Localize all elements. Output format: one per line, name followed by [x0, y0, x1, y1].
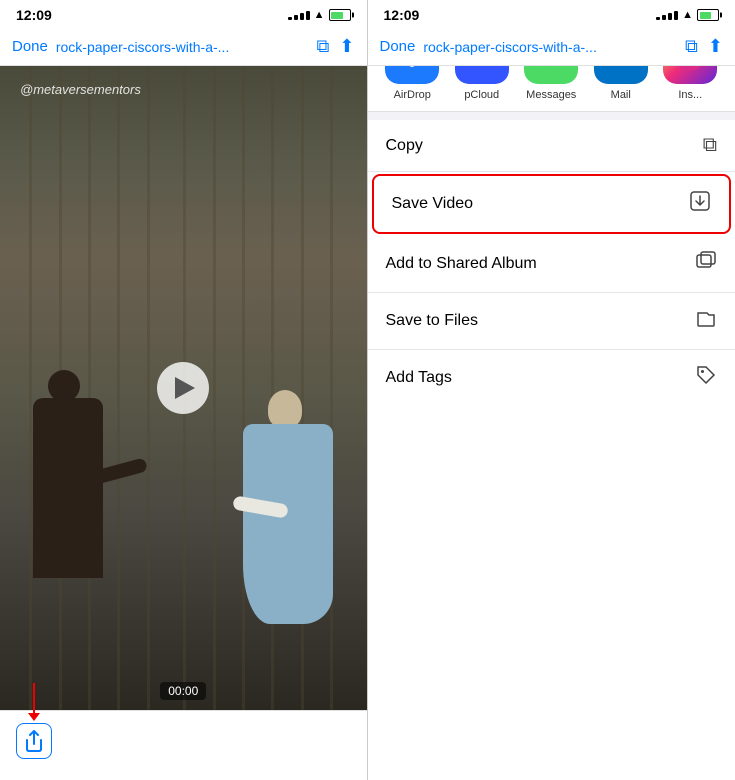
status-time-left: 12:09 [16, 7, 52, 23]
nav-title-left: rock-paper-ciscors-with-a-... [56, 39, 317, 55]
pcloud-label: pCloud [464, 89, 499, 101]
person-right-figure [228, 390, 348, 670]
person-left-figure [18, 370, 148, 670]
video-area-left[interactable]: @metaversementors 00:00 [0, 66, 367, 710]
battery-icon [329, 9, 351, 21]
status-icons-right: ▲ [656, 9, 719, 21]
instagram-icon [663, 66, 717, 84]
share-sheet: 🎬 rock-paper-ciscors-with-a-robot-ytsh..… [368, 66, 735, 406]
mail-icon [594, 66, 648, 84]
status-bar-right: 12:09 ▲ [368, 0, 735, 28]
save-video-label: Save Video [392, 195, 474, 213]
app-airdrop[interactable]: AirDrop [378, 66, 448, 101]
airdrop-label: AirDrop [394, 89, 431, 101]
pcloud-icon: P [455, 66, 509, 84]
nav-icons-right: ⧉ ⬆ [685, 36, 723, 57]
svg-text:P: P [476, 66, 487, 67]
signal-icon-right [656, 11, 678, 20]
action-copy[interactable]: Copy ⧉ [368, 120, 735, 172]
save-video-icon [689, 190, 711, 218]
status-icons-left: ▲ [288, 9, 351, 21]
add-tags-label: Add Tags [386, 369, 452, 387]
save-files-label: Save to Files [386, 312, 478, 330]
status-bar-left: 12:09 ▲ [0, 0, 367, 28]
share-button-left[interactable] [16, 723, 52, 759]
shared-album-icon [695, 250, 717, 278]
action-add-tags[interactable]: Add Tags [368, 350, 735, 406]
status-time-right: 12:09 [384, 7, 420, 23]
play-button[interactable] [157, 362, 209, 414]
instagram-label: Ins... [678, 89, 702, 101]
nav-icons-left: ⧉ ⬆ [317, 36, 355, 57]
video-timestamp-left: 00:00 [160, 682, 206, 700]
signal-icon [288, 11, 310, 20]
arrow-indicator [28, 683, 40, 721]
copy-label: Copy [386, 137, 423, 155]
copy-nav-icon-right[interactable]: ⧉ [685, 36, 698, 57]
copy-nav-icon[interactable]: ⧉ [317, 36, 330, 57]
airdrop-icon [385, 66, 439, 84]
nav-title-right: rock-paper-ciscors-with-a-... [423, 39, 685, 55]
video-bg-left: @metaversementors 00:00 [0, 66, 367, 710]
nav-done-right[interactable]: Done [380, 38, 416, 55]
bottom-bar-left [0, 710, 367, 780]
app-instagram[interactable]: Ins... [656, 66, 726, 101]
mail-label: Mail [611, 89, 631, 101]
share-button-container [16, 723, 52, 759]
right-phone: 12:09 ▲ Done rock-paper-ciscors-with-a-.… [368, 0, 735, 780]
wifi-icon-right: ▲ [682, 9, 693, 21]
play-icon [175, 377, 195, 399]
video-area-right: @metaversementors 🎬 rock-paper-ciscors-w [368, 66, 735, 406]
shared-album-label: Add to Shared Album [386, 255, 537, 273]
watermark-left: @metaversementors [20, 82, 141, 97]
battery-icon-right [697, 9, 719, 21]
wifi-icon: ▲ [314, 9, 325, 21]
left-phone: 12:09 ▲ Done rock-paper-ciscors-with-a-.… [0, 0, 368, 780]
app-row: AirDrop P pCloud [368, 66, 735, 112]
add-tags-icon [695, 364, 717, 392]
messages-label: Messages [526, 89, 576, 101]
copy-action-icon: ⧉ [703, 134, 717, 157]
action-list: Copy ⧉ Save Video Add to Shared Albu [368, 120, 735, 406]
nav-done-left[interactable]: Done [12, 38, 48, 55]
action-shared-album[interactable]: Add to Shared Album [368, 236, 735, 293]
app-messages[interactable]: Messages [517, 66, 587, 101]
save-files-icon [695, 307, 717, 335]
action-save-video[interactable]: Save Video [372, 174, 732, 234]
nav-bar-left: Done rock-paper-ciscors-with-a-... ⧉ ⬆ [0, 28, 367, 66]
share-nav-icon-right[interactable]: ⬆ [708, 36, 723, 57]
share-icon [24, 730, 44, 752]
action-save-files[interactable]: Save to Files [368, 293, 735, 350]
nav-bar-right: Done rock-paper-ciscors-with-a-... ⧉ ⬆ [368, 28, 735, 66]
app-mail[interactable]: Mail [586, 66, 656, 101]
share-nav-icon[interactable]: ⬆ [339, 36, 354, 57]
app-pcloud[interactable]: P pCloud [447, 66, 517, 101]
messages-icon [524, 66, 578, 84]
